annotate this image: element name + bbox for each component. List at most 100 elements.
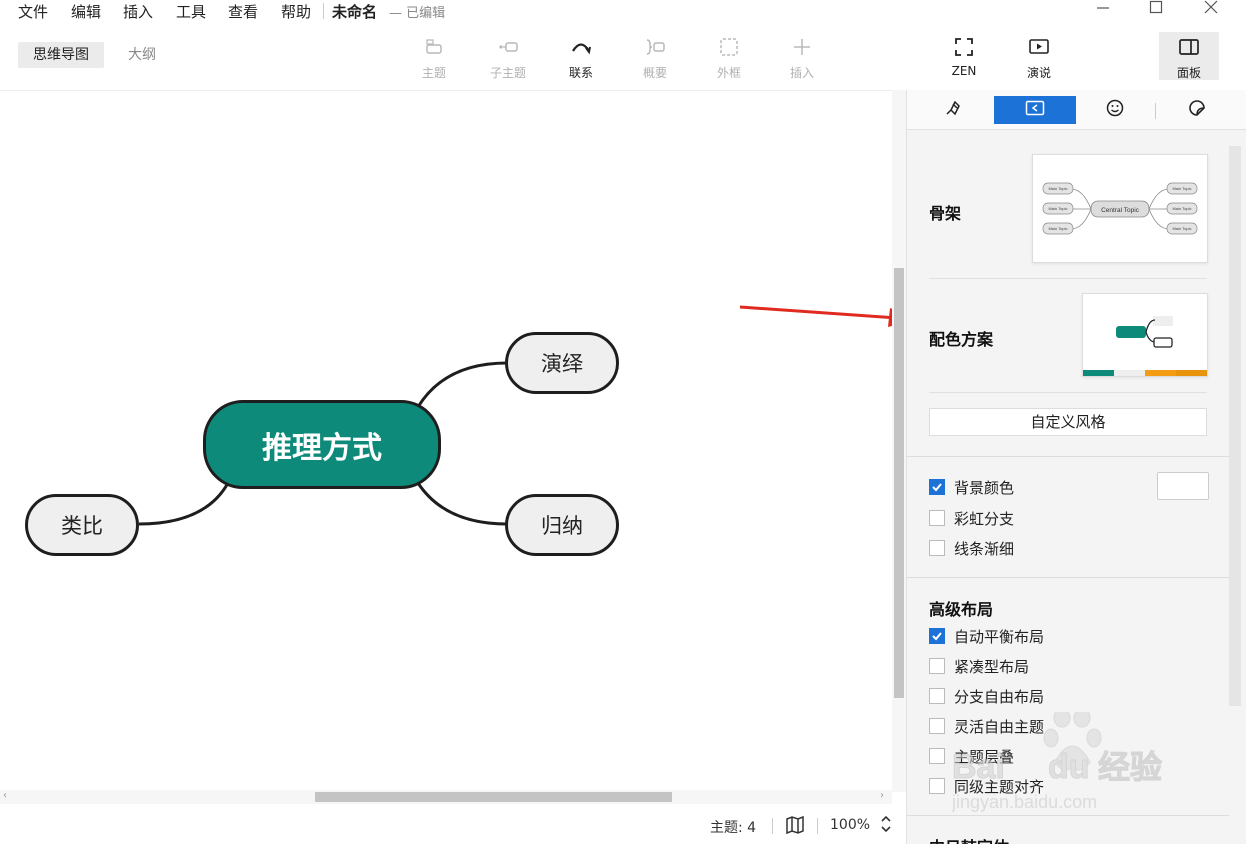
topic-analogy[interactable]: 类比 bbox=[25, 494, 139, 556]
summary-icon bbox=[625, 36, 685, 60]
panel-divider bbox=[929, 392, 1207, 393]
zoom-stepper-icon[interactable] bbox=[879, 813, 893, 839]
option-label: 分支自由布局 bbox=[954, 687, 1045, 706]
skeleton-main-text: Main Topic bbox=[1172, 226, 1191, 231]
vertical-scroll-thumb[interactable] bbox=[894, 268, 904, 698]
zen-label: ZEN bbox=[951, 64, 977, 78]
tab-emoji[interactable] bbox=[1074, 96, 1156, 124]
menu-file[interactable]: 文件 bbox=[18, 1, 48, 22]
svg-text:Bai: Bai bbox=[952, 748, 1005, 786]
tab-outline[interactable]: 大纲 bbox=[113, 42, 171, 68]
skeleton-main-text: Main Topic bbox=[1172, 206, 1191, 211]
panel-button[interactable]: 面板 bbox=[1159, 32, 1219, 80]
checkbox[interactable] bbox=[929, 748, 945, 764]
layout-compact[interactable]: 紧凑型布局 bbox=[929, 655, 1029, 677]
style-icon bbox=[1025, 100, 1045, 120]
option-label: 自动平衡布局 bbox=[954, 627, 1045, 646]
play-icon bbox=[1009, 36, 1069, 60]
menu-view[interactable]: 查看 bbox=[228, 1, 258, 22]
presentation-button[interactable]: 演说 bbox=[1009, 36, 1069, 81]
mindmap-canvas[interactable]: 推理方式 演绎 归纳 类比 bbox=[0, 90, 892, 790]
canvas-horizontal-scrollbar[interactable]: ‹ › bbox=[0, 790, 892, 804]
option-label: 背景颜色 bbox=[954, 478, 1015, 497]
checkbox-checked[interactable] bbox=[929, 479, 945, 495]
emoji-icon bbox=[1106, 99, 1124, 121]
option-label: 彩虹分支 bbox=[954, 509, 1015, 528]
skeleton-preview[interactable]: Central Topic Main Topic Main Topic Main… bbox=[1032, 154, 1208, 263]
tab-style[interactable] bbox=[994, 96, 1076, 124]
skeleton-diagram: Central Topic Main Topic Main Topic Main… bbox=[1042, 182, 1198, 235]
checkbox[interactable] bbox=[929, 540, 945, 556]
zoom-level[interactable]: 100% bbox=[830, 817, 870, 833]
skeleton-main-text: Main Topic bbox=[1048, 186, 1067, 191]
zen-button[interactable]: ZEN bbox=[934, 36, 994, 78]
skeleton-central-text: Central Topic bbox=[1101, 207, 1140, 214]
map-icon[interactable] bbox=[785, 815, 805, 839]
close-icon[interactable] bbox=[1196, 0, 1226, 20]
color-scheme-swatch bbox=[1083, 316, 1207, 376]
sticker-icon bbox=[1188, 99, 1206, 121]
tab-sticker[interactable] bbox=[1156, 96, 1238, 124]
scroll-left-icon[interactable]: ‹ bbox=[3, 790, 7, 801]
maximize-icon[interactable] bbox=[1141, 0, 1171, 20]
subtopic-button[interactable]: 子主题 bbox=[478, 36, 538, 81]
presentation-label: 演说 bbox=[1026, 66, 1051, 80]
section-separator bbox=[907, 456, 1229, 457]
checkbox-checked[interactable] bbox=[929, 628, 945, 644]
color-scheme-preview[interactable] bbox=[1082, 293, 1208, 377]
panel-icon bbox=[1159, 36, 1219, 60]
relationship-icon bbox=[551, 36, 611, 60]
insert-button[interactable]: 插入 bbox=[772, 36, 832, 81]
panel-scrollbar[interactable] bbox=[1229, 146, 1241, 706]
boundary-button[interactable]: 外框 bbox=[699, 36, 759, 81]
option-label: 线条渐细 bbox=[954, 539, 1015, 558]
minimize-icon[interactable] bbox=[1088, 0, 1118, 20]
topic-induction[interactable]: 归纳 bbox=[505, 494, 619, 556]
checkbox[interactable] bbox=[929, 718, 945, 734]
summary-button[interactable]: 概要 bbox=[625, 36, 685, 81]
option-background-color[interactable]: 背景颜色 bbox=[929, 476, 1014, 498]
fullscreen-icon bbox=[934, 36, 994, 60]
skeleton-label: 骨架 bbox=[929, 204, 962, 223]
menu-tools[interactable]: 工具 bbox=[176, 1, 206, 22]
topic-count: 主题: 4 bbox=[710, 820, 757, 836]
canvas-vertical-scrollbar[interactable] bbox=[892, 90, 906, 792]
topic-button[interactable]: 主题 bbox=[404, 36, 464, 81]
relationship-button[interactable]: 联系 bbox=[551, 36, 611, 81]
tab-mindmap[interactable]: 思维导图 bbox=[18, 42, 104, 68]
watermark-url: jingyan.baidu.com bbox=[952, 792, 1097, 812]
layout-free-branch[interactable]: 分支自由布局 bbox=[929, 685, 1044, 707]
topic-deduction[interactable]: 演绎 bbox=[505, 332, 619, 394]
toolbar: 思维导图 大纲 主题 子主题 联系 概要 外框 插入 ZEN 演说 面板 bbox=[0, 24, 1246, 88]
background-color-swatch[interactable] bbox=[1157, 472, 1209, 500]
menu-help[interactable]: 帮助 bbox=[281, 1, 311, 22]
topic-icon bbox=[404, 36, 464, 60]
skeleton-main-text: Main Topic bbox=[1172, 186, 1191, 191]
boundary-label: 外框 bbox=[716, 66, 741, 80]
horizontal-scroll-thumb[interactable] bbox=[315, 792, 672, 802]
svg-text:经验: 经验 bbox=[1098, 749, 1162, 785]
option-label: 紧凑型布局 bbox=[954, 657, 1030, 676]
option-taper-lines[interactable]: 线条渐细 bbox=[929, 537, 1014, 559]
document-status: — 已编辑 bbox=[389, 6, 446, 21]
checkbox[interactable] bbox=[929, 658, 945, 674]
status-divider bbox=[772, 818, 773, 834]
relationship-label: 联系 bbox=[568, 66, 593, 80]
boundary-icon bbox=[699, 36, 759, 60]
checkbox[interactable] bbox=[929, 778, 945, 794]
checkbox[interactable] bbox=[929, 510, 945, 526]
status-divider-2 bbox=[817, 818, 818, 834]
cjk-font-title: 中日韩字体 bbox=[929, 834, 1009, 844]
menu-edit[interactable]: 编辑 bbox=[71, 1, 101, 22]
custom-style-button[interactable]: 自定义风格 bbox=[929, 408, 1207, 436]
skeleton-main-text: Main Topic bbox=[1048, 206, 1067, 211]
tab-format-brush[interactable] bbox=[912, 96, 994, 124]
central-topic[interactable]: 推理方式 bbox=[203, 400, 441, 489]
layout-auto-balance[interactable]: 自动平衡布局 bbox=[929, 625, 1044, 647]
option-rainbow-branch[interactable]: 彩虹分支 bbox=[929, 507, 1014, 529]
panel-tabs bbox=[907, 90, 1246, 130]
checkbox[interactable] bbox=[929, 688, 945, 704]
color-scheme-label: 配色方案 bbox=[929, 330, 994, 349]
scroll-right-icon[interactable]: › bbox=[880, 790, 884, 801]
menu-insert[interactable]: 插入 bbox=[123, 1, 153, 22]
